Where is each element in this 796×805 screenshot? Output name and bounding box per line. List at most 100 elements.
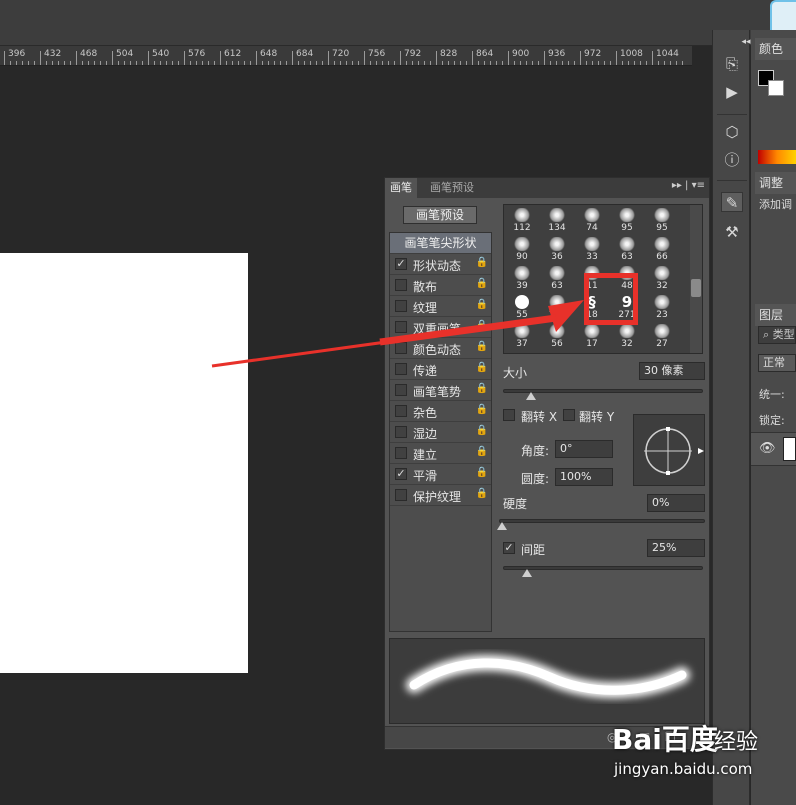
brush-tip-cell[interactable]: 55 bbox=[506, 294, 538, 322]
brush-option-row[interactable]: 保护纹理 🔒 bbox=[390, 485, 491, 506]
lock-icon[interactable]: 🔒 bbox=[476, 278, 488, 289]
size-field[interactable]: 30 像素 bbox=[639, 362, 705, 380]
brush-tip-cell[interactable]: 134 bbox=[541, 207, 573, 235]
3d-icon[interactable]: ⬡ bbox=[721, 122, 743, 142]
roundness-field[interactable]: 100% bbox=[555, 468, 613, 486]
ruler-tick bbox=[214, 61, 215, 65]
brush-option-row[interactable]: 建立 🔒 bbox=[390, 443, 491, 464]
angle-roundness-widget[interactable] bbox=[633, 414, 705, 486]
brush-tip-shape-header[interactable]: 画笔笔尖形状 bbox=[390, 233, 491, 254]
eye-icon[interactable]: 👁 bbox=[759, 441, 776, 456]
history-icon[interactable]: ⎘ bbox=[721, 54, 743, 74]
brush-tip-cell[interactable]: 23 bbox=[646, 294, 678, 322]
brush-option-row[interactable]: 纹理 🔒 bbox=[390, 296, 491, 317]
hardness-field[interactable]: 0% bbox=[647, 494, 705, 512]
actions-play-icon[interactable]: ▶ bbox=[721, 82, 743, 102]
spacing-checkbox[interactable]: ✓ bbox=[503, 542, 515, 554]
ruler-tick bbox=[268, 61, 269, 65]
option-checkbox[interactable] bbox=[395, 426, 407, 438]
brush-tip-cell[interactable]: 95 bbox=[611, 207, 643, 235]
option-checkbox[interactable] bbox=[395, 279, 407, 291]
tab-brush[interactable]: 画笔 bbox=[385, 178, 417, 198]
brush-tip-cell[interactable]: 66 bbox=[646, 236, 678, 264]
brush-option-row[interactable]: 颜色动态 🔒 bbox=[390, 338, 491, 359]
brush-option-row[interactable]: 传递 🔒 bbox=[390, 359, 491, 380]
brush-option-list: 画笔笔尖形状 ✓ 形状动态 🔒 散布 🔒 纹理 🔒 双重画笔 🔒 颜色动态 🔒 传递 🔒 画笔笔势 🔒 杂色 🔒… bbox=[389, 232, 492, 632]
size-slider-thumb[interactable] bbox=[526, 392, 536, 400]
brush-tip-cell[interactable]: 39 bbox=[506, 265, 538, 293]
layer-row[interactable]: 👁 bbox=[751, 432, 796, 466]
lock-icon[interactable]: 🔒 bbox=[476, 362, 488, 373]
brush-option-row[interactable]: 杂色 🔒 bbox=[390, 401, 491, 422]
brush-option-row[interactable]: 散布 🔒 bbox=[390, 275, 491, 296]
brush-tip-cell[interactable]: 37 bbox=[506, 323, 538, 351]
brush-presets-button[interactable]: 画笔预设 bbox=[403, 206, 477, 224]
lock-icon[interactable]: 🔒 bbox=[476, 425, 488, 436]
option-checkbox[interactable] bbox=[395, 447, 407, 459]
blend-mode-select[interactable]: 正常 bbox=[758, 354, 796, 372]
option-checkbox[interactable]: ✓ bbox=[395, 468, 407, 480]
lock-icon[interactable]: 🔒 bbox=[476, 341, 488, 352]
lock-icon[interactable]: 🔒 bbox=[476, 299, 488, 310]
option-checkbox[interactable]: ✓ bbox=[395, 258, 407, 270]
lock-icon[interactable]: 🔒 bbox=[476, 467, 488, 478]
brush-tip-cell[interactable]: 63 bbox=[611, 236, 643, 264]
brush-tip-cell[interactable]: 100 bbox=[541, 294, 573, 322]
lock-icon[interactable]: 🔒 bbox=[476, 446, 488, 457]
spacing-field[interactable]: 25% bbox=[647, 539, 705, 557]
option-checkbox[interactable] bbox=[395, 321, 407, 333]
brush-option-row[interactable]: 画笔笔势 🔒 bbox=[390, 380, 491, 401]
angle-field[interactable]: 0° bbox=[555, 440, 613, 458]
brush-tip-cell[interactable]: 32 bbox=[646, 265, 678, 293]
brush-tip-cell[interactable]: 32 bbox=[611, 323, 643, 351]
brush-option-row[interactable]: 湿边 🔒 bbox=[390, 422, 491, 443]
flip-y-checkbox[interactable] bbox=[563, 409, 575, 421]
hardness-slider-thumb[interactable] bbox=[497, 522, 507, 530]
layers-tab[interactable]: 图层 bbox=[755, 304, 796, 326]
brush-tip-cell[interactable]: 17 bbox=[576, 323, 608, 351]
brush-tip-size: 74 bbox=[586, 223, 598, 233]
lock-icon[interactable]: 🔒 bbox=[476, 257, 488, 268]
background-color-swatch[interactable] bbox=[768, 80, 784, 96]
lock-icon[interactable]: 🔒 bbox=[476, 488, 488, 499]
layer-filter-search[interactable]: ⌕ 类型 bbox=[758, 326, 796, 344]
brush-panel-icon[interactable]: ✎ bbox=[721, 192, 743, 212]
brush-tip-cell[interactable]: 90 bbox=[506, 236, 538, 264]
option-checkbox[interactable] bbox=[395, 405, 407, 417]
ruler-tick bbox=[544, 51, 545, 65]
brush-tip-cell[interactable]: 56 bbox=[541, 323, 573, 351]
flip-x-checkbox[interactable] bbox=[503, 409, 515, 421]
color-spectrum[interactable] bbox=[758, 150, 796, 164]
brush-tip-cell[interactable]: 74 bbox=[576, 207, 608, 235]
panel-menu-icon[interactable]: ▸▸ | ▾≡ bbox=[672, 180, 705, 191]
lock-icon[interactable]: 🔒 bbox=[476, 320, 488, 331]
option-checkbox[interactable] bbox=[395, 489, 407, 501]
document-canvas[interactable] bbox=[0, 253, 248, 673]
option-checkbox[interactable] bbox=[395, 363, 407, 375]
tab-brush-presets[interactable]: 画笔预设 bbox=[425, 178, 479, 198]
brush-tip-cell[interactable]: 112 bbox=[506, 207, 538, 235]
lock-icon[interactable]: 🔒 bbox=[476, 383, 488, 394]
spacing-slider-track[interactable] bbox=[503, 566, 703, 570]
option-checkbox[interactable] bbox=[395, 342, 407, 354]
brush-option-row[interactable]: 双重画笔 🔒 bbox=[390, 317, 491, 338]
brush-tip-cell[interactable]: 33 bbox=[576, 236, 608, 264]
brush-presets-icon[interactable]: ⚒ bbox=[721, 222, 743, 242]
brush-tip-cell[interactable]: 63 bbox=[541, 265, 573, 293]
hardness-slider-track[interactable] bbox=[499, 519, 705, 523]
horizontal-ruler: 396 432 468 504 540 576 612 648 684 720 756 792 828 8… bbox=[0, 46, 692, 66]
brush-tip-cell[interactable]: 27 bbox=[646, 323, 678, 351]
info-icon[interactable]: ⓘ bbox=[721, 150, 743, 170]
spacing-slider-thumb[interactable] bbox=[522, 569, 532, 577]
option-checkbox[interactable] bbox=[395, 384, 407, 396]
lock-icon[interactable]: 🔒 bbox=[476, 404, 488, 415]
adjustments-tab[interactable]: 调整 bbox=[755, 172, 796, 194]
brush-option-row[interactable]: ✓ 平滑 🔒 bbox=[390, 464, 491, 485]
brush-tip-cell[interactable]: 95 bbox=[646, 207, 678, 235]
option-checkbox[interactable] bbox=[395, 300, 407, 312]
ruler-tick bbox=[430, 61, 431, 65]
brush-tip-cell[interactable]: 36 bbox=[541, 236, 573, 264]
brush-option-row[interactable]: ✓ 形状动态 🔒 bbox=[390, 254, 491, 275]
color-tab[interactable]: 颜色 bbox=[755, 38, 796, 60]
tip-grid-scroll-thumb[interactable] bbox=[691, 279, 701, 297]
